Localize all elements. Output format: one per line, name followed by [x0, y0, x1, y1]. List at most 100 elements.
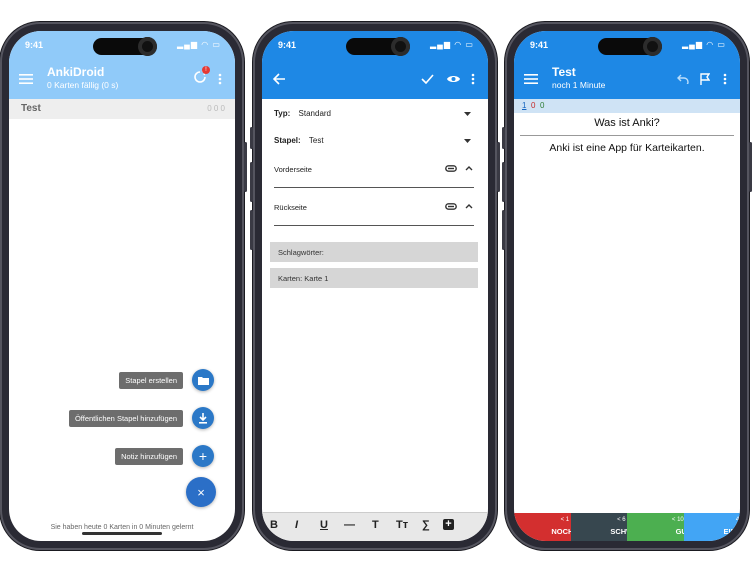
collapse-chevron-icon[interactable]: [463, 162, 475, 174]
easy-label: EINFACH: [723, 527, 740, 536]
create-deck-label[interactable]: Stapel erstellen: [119, 372, 183, 389]
folder-icon: [197, 376, 209, 385]
phone-note-editor: 9:41 ▂▄▆ ◠ ▭ Typ: Standard Stapel: Test …: [250, 22, 500, 550]
app-bar: [262, 61, 488, 99]
deck-label: Stapel:: [274, 136, 301, 145]
mute-switch: [250, 127, 253, 149]
card-counts: 1 0 0: [514, 99, 740, 113]
hard-button[interactable]: < 6 min SCHWER: [570, 513, 644, 541]
phone-deck-list: 9:41 ▂▄▆ ◠ ▭ AnkiDroid 0 Karten fällig (…: [0, 22, 247, 550]
answer-buttons: < 1 min NOCHMAL < 6 min SCHWER < 10 min …: [514, 513, 740, 541]
volume-down-button: [250, 210, 253, 250]
deck-title: Test: [552, 65, 576, 79]
deck-row-test[interactable]: Test 0 0 0: [9, 99, 235, 119]
mute-switch: [502, 127, 505, 149]
font-size-button[interactable]: T: [372, 519, 379, 531]
volume-up-button: [250, 162, 253, 202]
attachment-icon[interactable]: [444, 200, 458, 212]
note-type-label: Typ:: [274, 109, 291, 118]
time-remaining: noch 1 Minute: [552, 80, 606, 90]
add-note-label[interactable]: Notiz hinzufügen: [115, 448, 183, 465]
horizontal-rule-button[interactable]: —: [344, 519, 355, 531]
front-field-label: Vorderseite: [274, 165, 312, 174]
front-field-input[interactable]: [274, 187, 474, 188]
app-bar: Test noch 1 Minute: [514, 61, 740, 99]
dynamic-island: [93, 37, 157, 56]
tags-label: Schlagwörter:: [278, 248, 324, 257]
mathjax-button[interactable]: ∑: [422, 519, 430, 531]
sync-badge: !: [202, 66, 210, 74]
deck-name: Test: [21, 103, 41, 114]
download-icon: [199, 412, 207, 424]
card-question: Was ist Anki?: [594, 117, 660, 129]
back-field-label: Rückseite: [274, 203, 307, 212]
good-button[interactable]: < 10 min GUT: [627, 513, 695, 541]
volume-up-button: [502, 162, 505, 202]
format-toolbar: B I U — T Tт ∑ +: [262, 512, 488, 541]
review-count: 0: [540, 101, 545, 110]
study-summary: Sie haben heute 0 Karten in 0 Minuten ge…: [50, 524, 194, 531]
dynamic-island: [598, 37, 662, 56]
screen-reviewer: 9:41 ▂▄▆ ◠ ▭ Test noch 1 Minute 1 0 0 Wa…: [514, 31, 740, 541]
easy-interval: 4 d: [735, 517, 740, 523]
cards-button[interactable]: Karten: Karte 1: [270, 268, 478, 288]
power-button: [497, 142, 500, 192]
screen-note-editor: 9:41 ▂▄▆ ◠ ▭ Typ: Standard Stapel: Test …: [262, 31, 488, 541]
create-deck-button[interactable]: [192, 369, 214, 391]
menu-icon[interactable]: [522, 70, 540, 88]
note-type-selector[interactable]: Typ: Standard: [274, 109, 331, 118]
status-time: 9:41: [278, 40, 297, 50]
save-check-icon[interactable]: [418, 70, 436, 88]
power-button: [749, 142, 752, 192]
italic-button[interactable]: I: [295, 519, 298, 531]
camera-icon: [391, 37, 410, 56]
camera-icon: [643, 37, 662, 56]
new-count: 1: [522, 101, 527, 110]
note-type-value: Standard: [298, 109, 331, 118]
status-time: 9:41: [25, 40, 44, 50]
bold-button[interactable]: B: [270, 519, 278, 531]
power-button: [244, 142, 247, 192]
again-button[interactable]: < 1 min NOCHMAL: [514, 513, 590, 541]
text-style-button[interactable]: Tт: [396, 519, 408, 531]
overflow-menu-icon[interactable]: [215, 70, 225, 88]
phone-reviewer: 9:41 ▂▄▆ ◠ ▭ Test noch 1 Minute 1 0 0 Wa…: [502, 22, 752, 550]
plus-icon: +: [198, 448, 208, 464]
deck-counts: 0 0 0: [207, 104, 225, 113]
deck-value: Test: [308, 136, 324, 145]
status-indicators-icon: ▂▄▆ ◠ ▭: [430, 40, 474, 49]
overflow-menu-icon[interactable]: [720, 70, 730, 88]
type-dropdown-icon[interactable]: [462, 109, 472, 119]
status-indicators-icon: ▂▄▆ ◠ ▭: [177, 40, 221, 49]
attachment-icon[interactable]: [444, 162, 458, 174]
answer-divider: [520, 135, 734, 136]
app-title: AnkiDroid: [47, 65, 105, 79]
status-indicators-icon: ▂▄▆ ◠ ▭: [682, 40, 726, 49]
menu-icon[interactable]: [17, 70, 35, 88]
back-arrow-icon[interactable]: [270, 70, 288, 88]
preview-eye-icon[interactable]: [444, 70, 462, 88]
overflow-menu-icon[interactable]: [468, 70, 478, 88]
deck-dropdown-icon[interactable]: [462, 136, 472, 146]
add-toolbar-button[interactable]: +: [443, 519, 454, 530]
add-note-button[interactable]: +: [192, 445, 214, 467]
close-icon: ×: [197, 484, 205, 500]
screen-deck-list: 9:41 ▂▄▆ ◠ ▭ AnkiDroid 0 Karten fällig (…: [9, 31, 235, 541]
undo-icon[interactable]: [674, 70, 692, 88]
easy-button[interactable]: 4 d EINFACH: [683, 513, 740, 541]
collapse-chevron-icon[interactable]: [463, 200, 475, 212]
sync-icon[interactable]: !: [191, 66, 210, 86]
add-shared-deck-button[interactable]: [192, 407, 214, 429]
home-indicator[interactable]: [82, 532, 162, 535]
add-shared-deck-label[interactable]: Öffentlichen Stapel hinzufügen: [68, 410, 183, 427]
deck-selector[interactable]: Stapel: Test: [274, 136, 324, 145]
back-field-input[interactable]: [274, 225, 474, 226]
volume-down-button: [502, 210, 505, 250]
dynamic-island: [346, 37, 410, 56]
tags-button[interactable]: Schlagwörter:: [270, 242, 478, 262]
flag-icon[interactable]: [696, 70, 714, 88]
close-fab-button[interactable]: ×: [186, 477, 216, 507]
learn-count: 0: [531, 101, 536, 110]
underline-button[interactable]: U: [320, 519, 328, 531]
card-answer: Anki ist eine App für Karteikarten.: [549, 142, 705, 154]
